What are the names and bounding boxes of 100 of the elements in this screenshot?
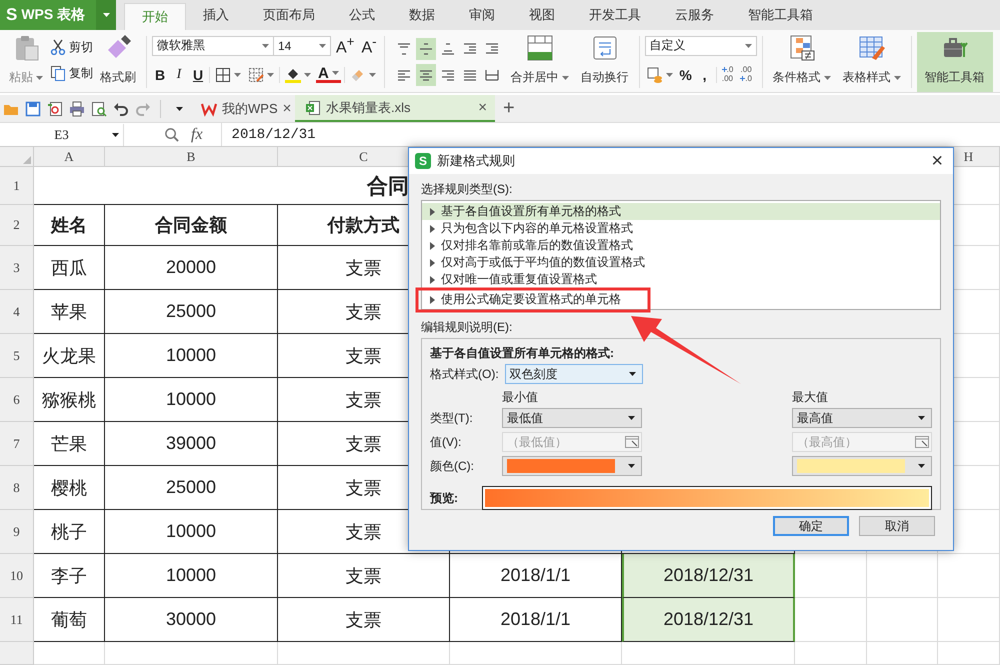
row-header[interactable]: 3 bbox=[0, 246, 34, 290]
smart-toolbox-button[interactable]: 智能工具箱 bbox=[916, 32, 993, 92]
cut-button[interactable]: 剪切 bbox=[50, 38, 93, 56]
table-cell: 10000 bbox=[105, 334, 278, 378]
row-header[interactable]: 4 bbox=[0, 290, 34, 334]
ribbon-tab[interactable]: 公式 bbox=[332, 0, 392, 30]
font-size-button[interactable]: A$^{+}$ bbox=[334, 36, 356, 56]
copy-button[interactable]: 复制 bbox=[50, 64, 93, 82]
decimal-button[interactable]: .0 .00 bbox=[720, 64, 736, 84]
close-tab-button[interactable]: × bbox=[282, 100, 292, 117]
app-menu-button[interactable]: S WPS 表格 bbox=[0, 0, 96, 30]
print-button[interactable] bbox=[68, 98, 86, 118]
row-header[interactable]: 1 bbox=[0, 167, 34, 205]
max-type-dropdown[interactable]: 最高值 bbox=[792, 408, 932, 428]
caret-icon bbox=[262, 44, 269, 48]
number-style-button[interactable]: , bbox=[696, 64, 713, 84]
range-select-icon bbox=[915, 436, 929, 448]
document-tab[interactable]: 我的WPS × bbox=[191, 95, 291, 122]
row-header[interactable]: 11 bbox=[0, 598, 34, 642]
row-header[interactable]: 9 bbox=[0, 510, 34, 554]
ribbon-tab[interactable]: 开始 bbox=[124, 3, 186, 30]
align-icon bbox=[462, 43, 477, 55]
row-header[interactable]: 6 bbox=[0, 378, 34, 422]
grid-cell bbox=[938, 554, 1000, 598]
table-cell: 10000 bbox=[105, 554, 278, 598]
table-style-button[interactable]: 表格样式 bbox=[838, 32, 906, 92]
format-style-dropdown[interactable]: 双色刻度 bbox=[504, 364, 643, 384]
font-family-dropdown[interactable]: 微软雅黑 bbox=[152, 36, 274, 56]
max-color-dropdown[interactable] bbox=[792, 456, 932, 476]
min-color-dropdown[interactable] bbox=[502, 456, 642, 476]
grid-cell bbox=[795, 598, 867, 642]
ribbon-tab[interactable]: 云服务 bbox=[658, 0, 731, 30]
row-header[interactable]: 5 bbox=[0, 334, 34, 378]
min-value-field[interactable]: （最低值） bbox=[502, 432, 642, 452]
font-style-button[interactable]: B bbox=[152, 64, 168, 84]
currency-button[interactable] bbox=[644, 64, 675, 84]
font-size-button[interactable]: A$^{-}$ bbox=[359, 36, 379, 56]
dialog-button[interactable]: 取消 bbox=[859, 516, 935, 536]
ribbon-tab[interactable]: 审阅 bbox=[452, 0, 512, 30]
number-format-dropdown[interactable]: 自定义 bbox=[644, 36, 757, 56]
align-icon bbox=[418, 43, 433, 55]
pdf-document-icon bbox=[47, 100, 63, 116]
caret-icon bbox=[744, 44, 752, 48]
row-header[interactable]: 2 bbox=[0, 205, 34, 246]
font-style-button[interactable]: U bbox=[190, 64, 206, 84]
document-tab[interactable]: 水果销量表.xls × bbox=[295, 95, 495, 122]
grid-cell bbox=[795, 642, 867, 665]
wrap-text-button[interactable]: 自动换行 bbox=[576, 32, 634, 92]
align-button[interactable] bbox=[416, 64, 436, 86]
ribbon-tab[interactable]: 数据 bbox=[392, 0, 452, 30]
caret-icon bbox=[332, 71, 339, 75]
range-picker-button[interactable] bbox=[623, 436, 641, 448]
grid-cell bbox=[34, 642, 105, 665]
expand-arrow-icon bbox=[430, 224, 435, 232]
caret-icon bbox=[102, 13, 110, 17]
formula-input[interactable]: 2018/12/31 bbox=[220, 123, 1000, 146]
ribbon-tab[interactable]: 视图 bbox=[512, 0, 572, 30]
rule-type-list[interactable]: 基于各自值设置所有单元格的格式 只为包含以下内容的单元格设置格式 仅对排名靠前或靠后的数值设置格式 仅对高于或低于平均值的数值设置格式 仅对唯一值或重复值设置格式 使用公式确定要设置格式的单元格 bbox=[421, 200, 941, 310]
max-value-field[interactable]: （最高值） bbox=[792, 432, 932, 452]
expand-arrow-icon bbox=[430, 208, 435, 216]
caret-icon bbox=[918, 464, 925, 468]
new-tab-button[interactable]: + bbox=[499, 97, 519, 120]
font-style-button[interactable]: I bbox=[171, 64, 187, 84]
dialog-button[interactable]: 确定 bbox=[773, 516, 849, 536]
format-painter-button[interactable]: 格式刷 bbox=[95, 32, 141, 92]
min-type-dropdown[interactable]: 最低值 bbox=[502, 408, 642, 428]
ribbon-tab[interactable]: 开发工具 bbox=[572, 0, 658, 30]
font-color-button[interactable]: A bbox=[316, 66, 341, 83]
app-dropdown-button[interactable] bbox=[96, 0, 116, 30]
row-header[interactable]: 8 bbox=[0, 466, 34, 510]
merge-center-button[interactable]: 合并居中 bbox=[506, 32, 574, 92]
expand-arrow-icon bbox=[430, 242, 435, 250]
conditional-format-button[interactable]: 条件格式 bbox=[768, 32, 836, 92]
table-cell: 2018/12/31 bbox=[622, 554, 795, 598]
align-icon bbox=[462, 69, 477, 81]
align-button[interactable] bbox=[416, 38, 436, 60]
search-icon[interactable] bbox=[164, 127, 179, 142]
rule-type-item[interactable]: 基于各自值设置所有单元格的格式 bbox=[422, 203, 940, 220]
close-tab-button[interactable]: × bbox=[478, 99, 487, 116]
ribbon-tab[interactable]: 插入 bbox=[186, 0, 246, 30]
row-header[interactable]: 7 bbox=[0, 422, 34, 466]
wrap-text-icon bbox=[590, 34, 619, 62]
field-label: 选择规则类型(S): bbox=[421, 180, 514, 198]
column-header[interactable]: B bbox=[105, 147, 278, 167]
row-header[interactable]: 10 bbox=[0, 554, 34, 598]
insert-function-button[interactable]: fx bbox=[191, 126, 203, 144]
ribbon-tab[interactable]: 页面布局 bbox=[246, 0, 332, 30]
number-style-button[interactable]: % bbox=[678, 64, 694, 84]
ribbon-tab[interactable]: 智能工具箱 bbox=[731, 0, 830, 30]
grid-cell bbox=[938, 598, 1000, 642]
font-size-dropdown[interactable]: 14 bbox=[273, 36, 331, 56]
decimal-button[interactable]: .00 .0 bbox=[738, 64, 754, 84]
caret-icon bbox=[176, 106, 183, 110]
table-cell: 苹果 bbox=[34, 290, 105, 334]
range-picker-button[interactable] bbox=[913, 436, 931, 448]
align-icon bbox=[440, 43, 455, 55]
redo-icon bbox=[135, 100, 151, 116]
column-header[interactable]: A bbox=[34, 147, 105, 167]
name-box[interactable]: E3 bbox=[0, 124, 124, 146]
grid-cell bbox=[795, 554, 867, 598]
